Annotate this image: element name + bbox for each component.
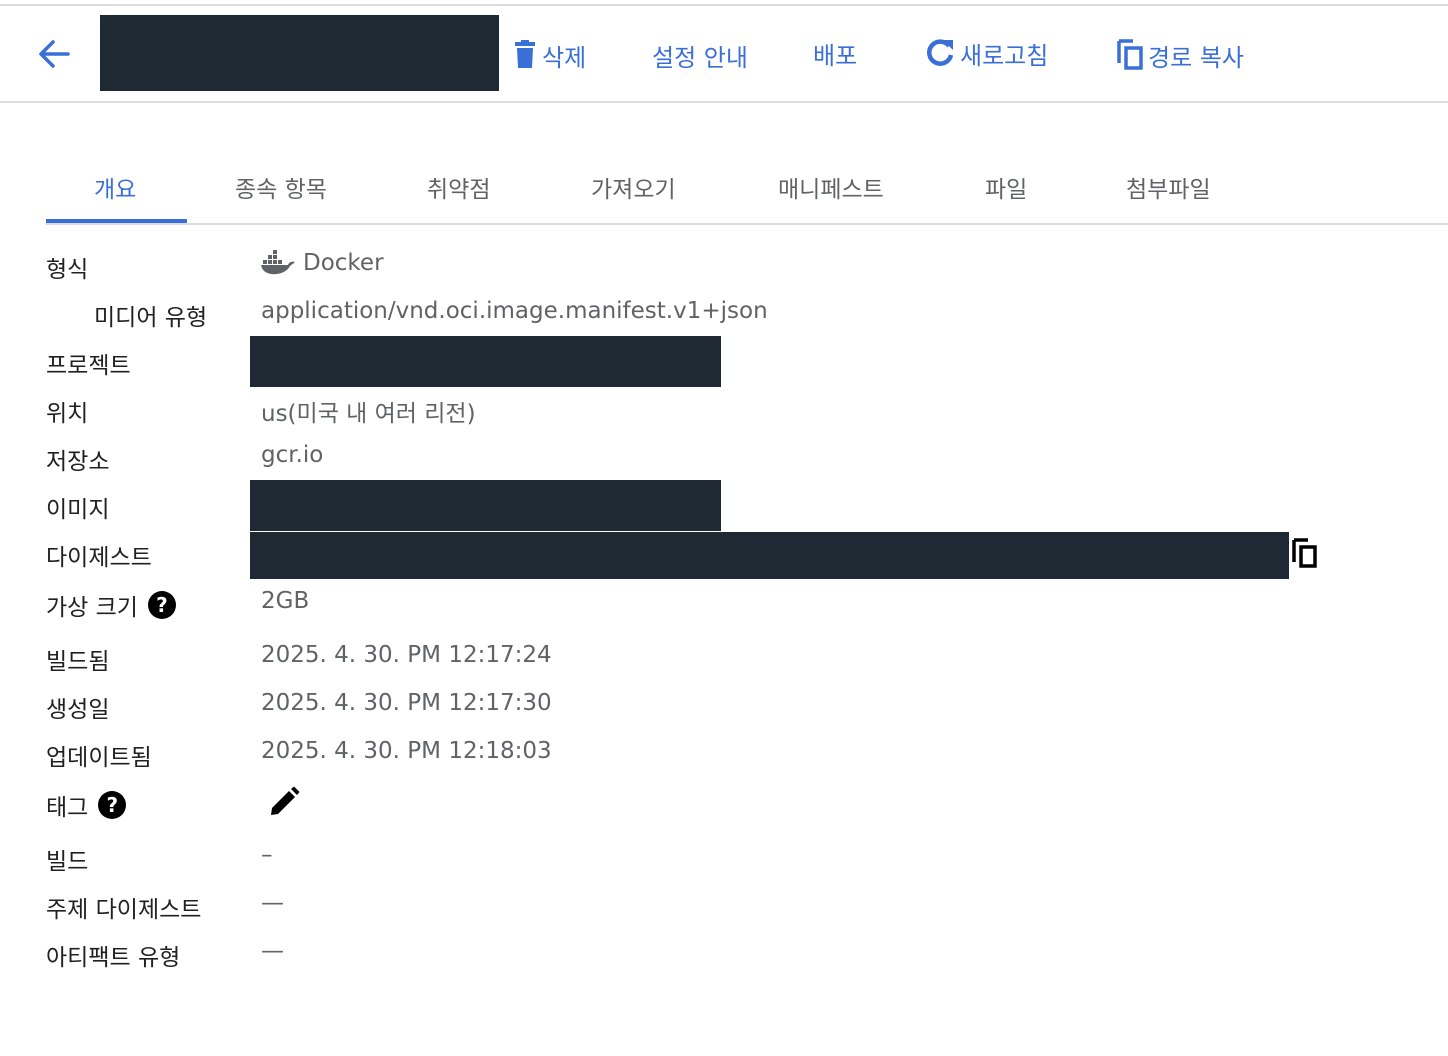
refresh-label: 새로고침 [960,41,1049,70]
created-value: 2025. 4. 30. PM 12:17:30 [261,690,552,716]
tab-overview[interactable]: 개요 [94,170,136,204]
tab-divider [46,223,1448,225]
edit-tags-button[interactable] [268,786,300,818]
updated-value: 2025. 4. 30. PM 12:18:03 [261,738,552,764]
help-icon[interactable]: ? [147,591,176,619]
format-text: Docker [303,250,384,276]
copy-icon [1117,39,1143,70]
virtual-size-value: 2GB [261,588,310,614]
redacted-title [100,15,499,91]
tab-vulnerabilities[interactable]: 취약점 [427,170,490,204]
subject-digest-label: 주제 다이제스트 [46,897,202,923]
digest-label: 다이제스트 [46,545,152,571]
updated-label: 업데이트됨 [46,745,152,771]
redacted-project [250,336,721,387]
tab-attachments[interactable]: 첨부파일 [1126,170,1211,204]
build-value: – [261,842,273,868]
location-label: 위치 [46,401,89,427]
copy-icon [1292,538,1317,568]
virtual-size-text: 가상 크기 [46,595,138,621]
active-tab-indicator [46,219,187,223]
media-type-label: 미디어 유형 [94,305,208,331]
repository-label: 저장소 [46,449,110,475]
deploy-label: 배포 [813,41,858,70]
built-value: 2025. 4. 30. PM 12:17:24 [261,642,552,668]
tags-label: 태그 ? [46,788,127,822]
image-label: 이미지 [46,497,110,523]
repository-value: gcr.io [261,442,324,468]
copy-path-button[interactable]: 경로 복사 [1116,36,1244,74]
tab-files[interactable]: 파일 [985,170,1027,204]
help-icon[interactable]: ? [98,791,127,819]
refresh-button[interactable]: 새로고침 [924,34,1048,72]
delete-label: 삭제 [542,43,587,72]
top-border [0,4,1448,6]
pencil-icon [271,786,300,815]
refresh-icon [927,39,954,66]
redacted-image [250,480,721,531]
artifact-type-value: — [261,938,284,964]
location-value: us(미국 내 여러 리전) [261,401,476,427]
project-label: 프로젝트 [46,353,131,379]
format-value: Docker [261,250,384,276]
tab-imports[interactable]: 가져오기 [591,170,676,204]
format-label: 형식 [46,257,89,283]
build-label: 빌드 [46,849,89,875]
media-type-value: application/vnd.oci.image.manifest.v1+js… [261,298,768,324]
delete-button[interactable]: 삭제 [512,36,586,74]
copy-digest-button[interactable] [1291,538,1319,570]
subject-digest-value: — [261,890,284,916]
docker-icon [261,250,295,275]
setup-guide-button[interactable]: 설정 안내 [652,36,748,74]
arrow-back-icon [39,40,70,68]
virtual-size-label: 가상 크기 ? [46,588,176,622]
back-button[interactable] [36,36,72,72]
deploy-button[interactable]: 배포 [813,34,857,72]
created-label: 생성일 [46,697,110,723]
artifact-type-label: 아티팩트 유형 [46,945,181,971]
built-label: 빌드됨 [46,649,110,675]
header-divider [0,101,1448,103]
trash-icon [515,40,535,68]
tab-manifest[interactable]: 매니페스트 [778,170,884,204]
redacted-digest [250,532,1289,579]
tags-text: 태그 [46,795,89,821]
setup-guide-label: 설정 안내 [652,43,748,72]
copy-path-label: 경로 복사 [1148,43,1244,72]
tab-dependencies[interactable]: 종속 항목 [235,170,327,204]
